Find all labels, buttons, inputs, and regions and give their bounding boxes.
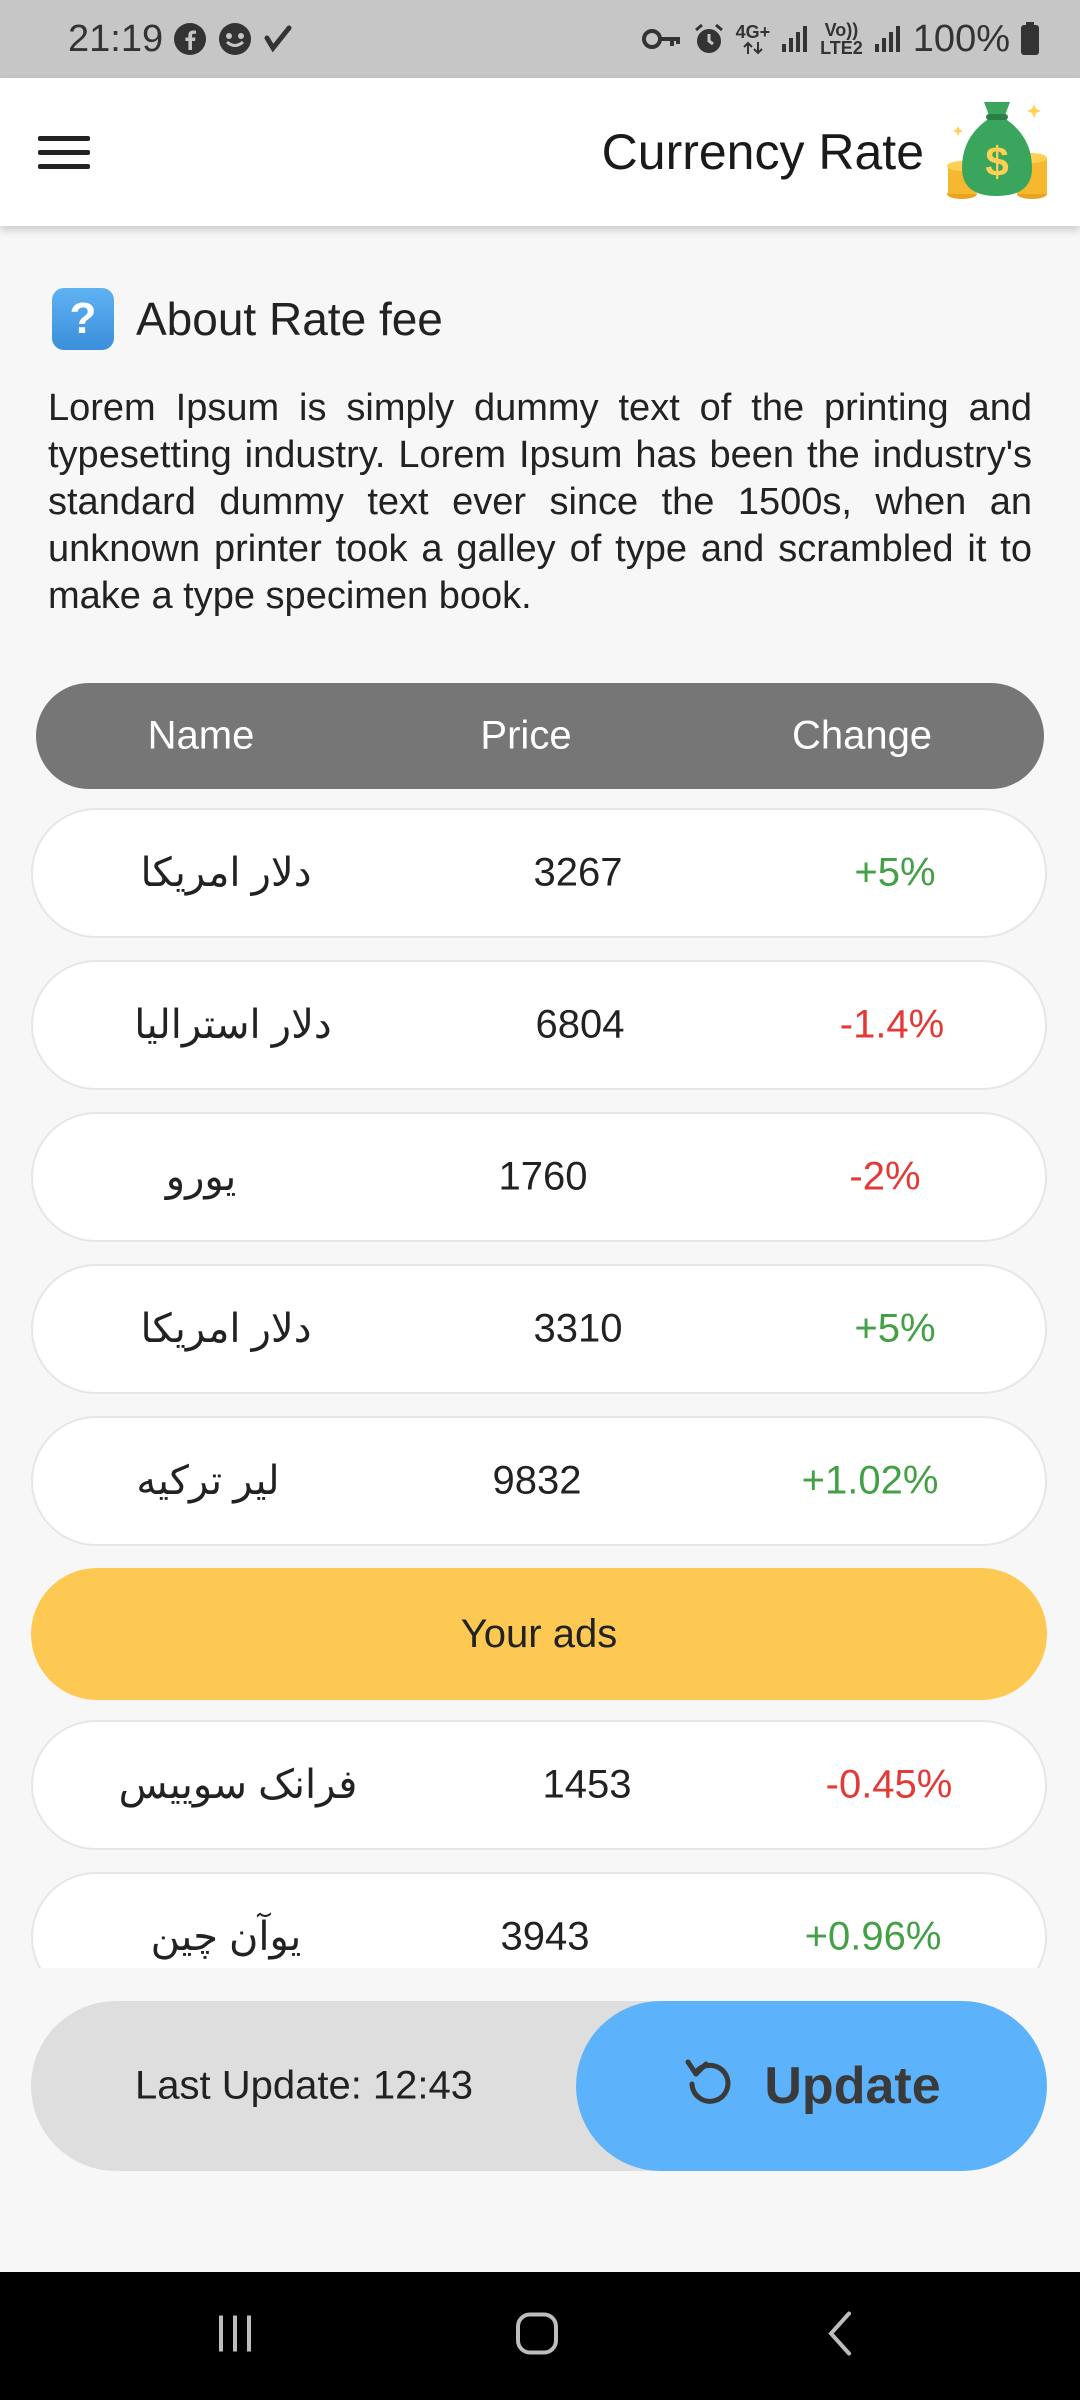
currency-change: -2% (849, 1154, 921, 1199)
status-bar-left: 21:19 (68, 18, 293, 61)
currency-name: دلار امریکا (140, 1307, 312, 1351)
menu-icon[interactable] (38, 126, 90, 178)
app-title: Currency Rate (601, 124, 924, 180)
update-button[interactable]: Update (576, 2001, 1047, 2171)
data-arrows-icon: 4G+ (735, 22, 771, 55)
currency-row[interactable]: یوآن چین 3943 +0.96% (31, 1872, 1047, 1968)
signal-icon-2 (873, 24, 903, 54)
currency-name: دلار امریکا (140, 851, 312, 895)
alarm-icon (692, 22, 726, 56)
key-icon (641, 26, 682, 52)
recent-apps-icon[interactable] (213, 2312, 257, 2361)
facebook-icon (173, 22, 207, 56)
svg-text:$: $ (985, 138, 1008, 185)
app-title-group: Currency Rate $ (602, 96, 1048, 209)
volte-icon: Vo)) LTE2 (820, 21, 863, 57)
currency-price: 1760 (498, 1154, 588, 1199)
refresh-icon (682, 2052, 738, 2121)
app-bar: Currency Rate $ (0, 78, 1080, 226)
column-header-name: Name (147, 713, 255, 758)
back-icon[interactable] (825, 2310, 855, 2363)
currency-price: 9832 (492, 1458, 582, 1503)
status-bar-right: 4G+ Vo)) LTE2 100% (641, 17, 1040, 61)
currency-change: +5% (854, 1306, 936, 1351)
ad-label: Your ads (460, 1611, 618, 1656)
battery-percent: 100% (912, 17, 1010, 60)
currency-name: یوآن چین (150, 1915, 302, 1959)
lte2-label: LTE2 (820, 38, 863, 58)
currency-change: +5% (854, 850, 936, 895)
currency-price: 3943 (500, 1914, 590, 1959)
currency-change: -0.45% (825, 1762, 953, 1807)
currency-name: دلار استرالیا (134, 1003, 332, 1047)
currency-price: 3267 (533, 850, 623, 895)
network-type-label: 4G+ (735, 22, 771, 42)
currency-row[interactable]: دلار امریکا 3310 +5% (31, 1264, 1047, 1394)
currency-row[interactable]: لیر ترکیه 9832 +1.02% (31, 1416, 1047, 1546)
navigation-bar (0, 2272, 1080, 2400)
home-icon[interactable] (514, 2311, 560, 2362)
battery-icon (1020, 22, 1040, 56)
about-title: About Rate fee (136, 293, 443, 345)
currency-name: لیر ترکیه (136, 1459, 280, 1503)
table-header: Name Price Change (36, 683, 1044, 789)
check-icon (263, 24, 293, 54)
update-bar: Last Update: 12:43 Update (31, 2001, 1047, 2171)
currency-change: -1.4% (839, 1002, 945, 1047)
currency-price: 1453 (542, 1762, 632, 1807)
about-description: Lorem Ipsum is simply dummy text of the … (48, 387, 1032, 617)
currency-change: +0.96% (804, 1914, 942, 1959)
about-header: ? About Rate fee (52, 288, 443, 350)
column-header-price: Price (480, 713, 572, 758)
ad-banner[interactable]: Your ads (31, 1568, 1047, 1700)
money-bag-icon: $ (946, 96, 1048, 209)
currency-name: یورو (165, 1155, 237, 1199)
currency-change: +1.02% (801, 1458, 939, 1503)
currency-price: 3310 (533, 1306, 623, 1351)
currency-price: 6804 (535, 1002, 625, 1047)
update-button-label: Update (764, 2057, 941, 2115)
volte-label: Vo)) (824, 20, 859, 40)
currency-row[interactable]: دلار استرالیا 6804 -1.4% (31, 960, 1047, 1090)
clock: 21:19 (68, 17, 164, 60)
messenger-icon (217, 21, 253, 57)
help-icon: ? (52, 288, 114, 350)
currency-list[interactable]: دلار امریکا 3267 +5% دلار استرالیا 6804 … (0, 800, 1080, 1968)
currency-row[interactable]: یورو 1760 -2% (31, 1112, 1047, 1242)
currency-name: فرانک سوییس (118, 1763, 358, 1807)
last-update-text: Last Update: 12:43 (135, 2063, 474, 2108)
column-header-change: Change (791, 713, 933, 758)
status-bar: 21:19 4G+ Vo)) LTE2 100% (0, 0, 1080, 78)
currency-row[interactable]: فرانک سوییس 1453 -0.45% (31, 1720, 1047, 1850)
currency-row[interactable]: دلار امریکا 3267 +5% (31, 808, 1047, 938)
signal-icon (780, 24, 810, 54)
